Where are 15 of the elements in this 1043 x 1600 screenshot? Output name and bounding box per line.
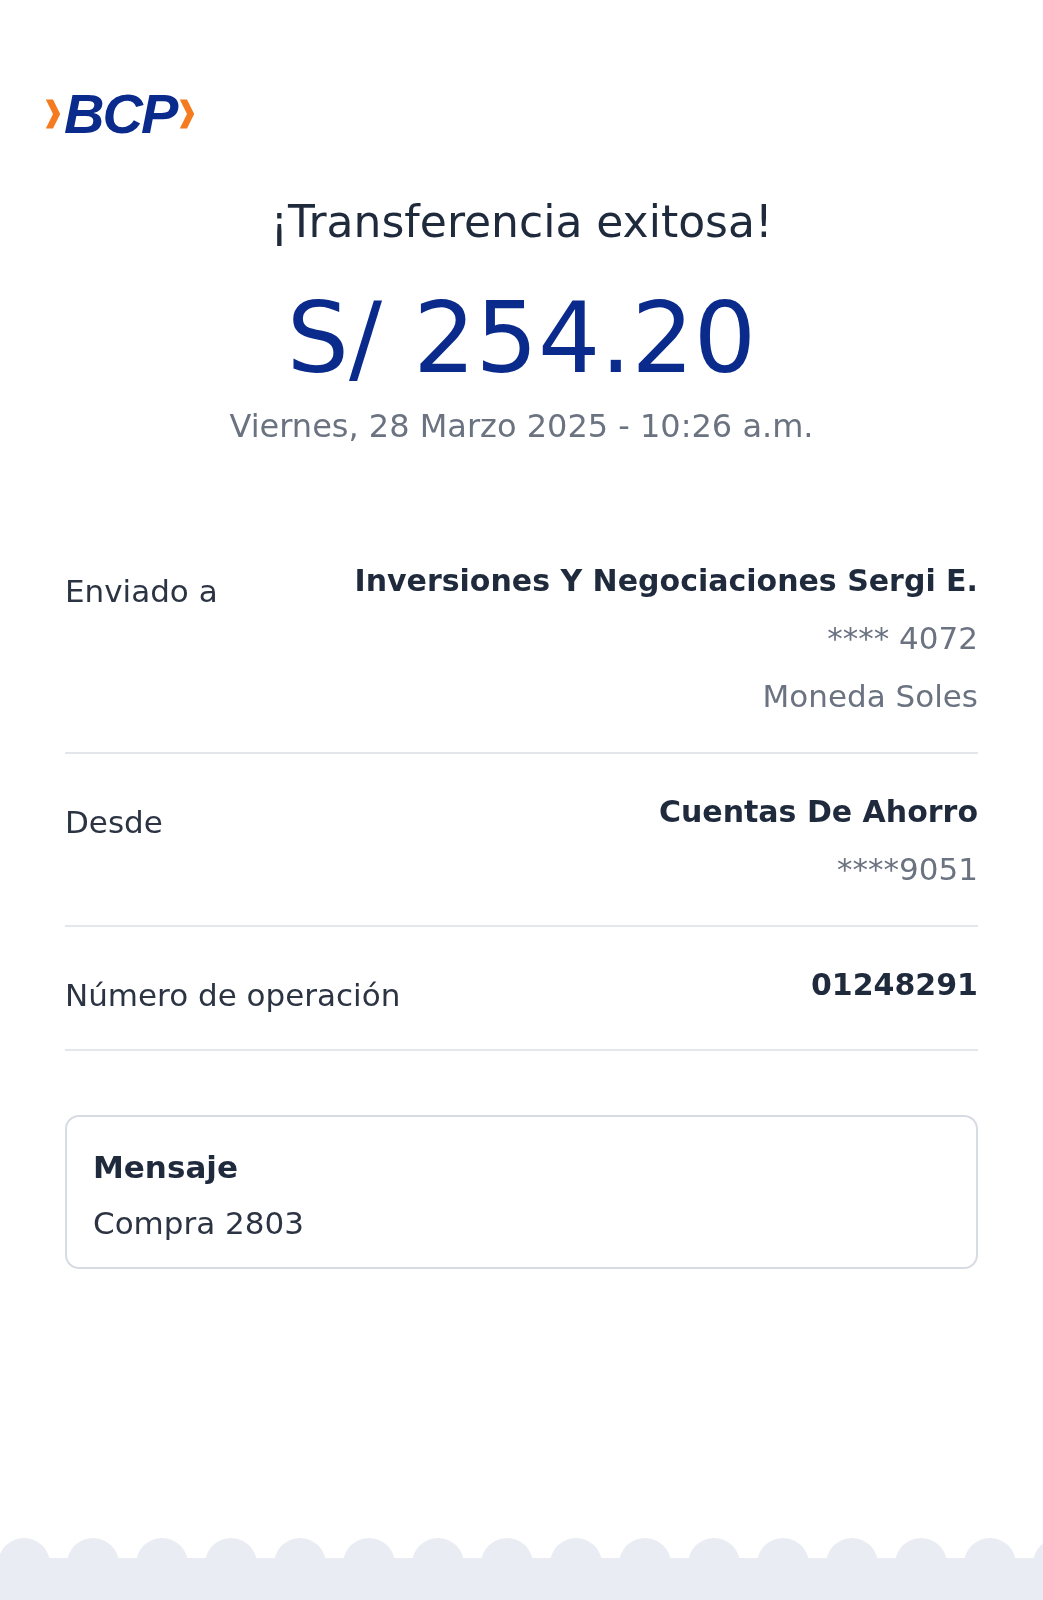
date-time: Viernes, 28 Marzo 2025 - 10:26 a.m. (228, 406, 815, 445)
detail-label: Enviado a (65, 571, 218, 611)
message-label: Mensaje (93, 1148, 238, 1185)
detail-value: Moneda Soles (762, 677, 978, 714)
success-title: ¡Transferencia exitosa! (269, 196, 774, 247)
detail-label: Número de operación (65, 975, 401, 1013)
detail-value: Cuentas De Ahorro (658, 793, 978, 829)
detail-value: Inversiones Y Negociaciones Sergi E. (354, 562, 978, 598)
detail-value: ****9051 (837, 850, 978, 887)
logo-text: BCP (64, 86, 177, 142)
detail-value: **** 4072 (827, 619, 978, 656)
amount: S/ 254.20 (285, 285, 758, 393)
detail-label: Desde (65, 802, 163, 842)
detail-value: 01248291 (811, 966, 978, 1002)
message-text: Compra 2803 (93, 1204, 304, 1241)
